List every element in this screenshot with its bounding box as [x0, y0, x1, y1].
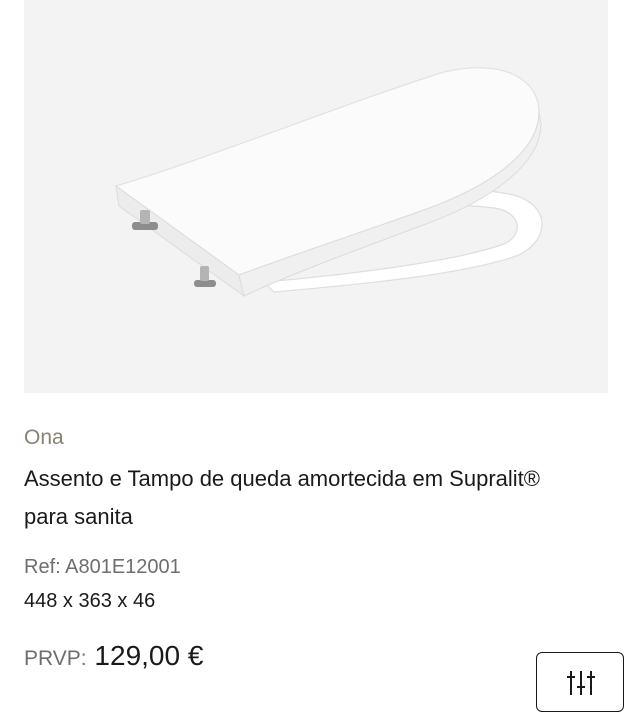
product-dimensions: 448 x 363 x 46 [24, 590, 156, 612]
product-image[interactable] [24, 0, 608, 393]
price-value: 129,00 € [86, 640, 204, 671]
price-label: PRVP: [24, 647, 87, 670]
collection-name: Ona [24, 426, 64, 449]
product-title[interactable]: Assento e Tampo de queda amortecida em S… [24, 460, 584, 536]
sliders-icon [567, 671, 595, 695]
compare-button[interactable] [536, 652, 624, 712]
product-price: PRVP: 129,00 € [24, 636, 203, 681]
toilet-seat-image [114, 67, 543, 298]
product-reference: Ref: A801E12001 [24, 556, 181, 578]
